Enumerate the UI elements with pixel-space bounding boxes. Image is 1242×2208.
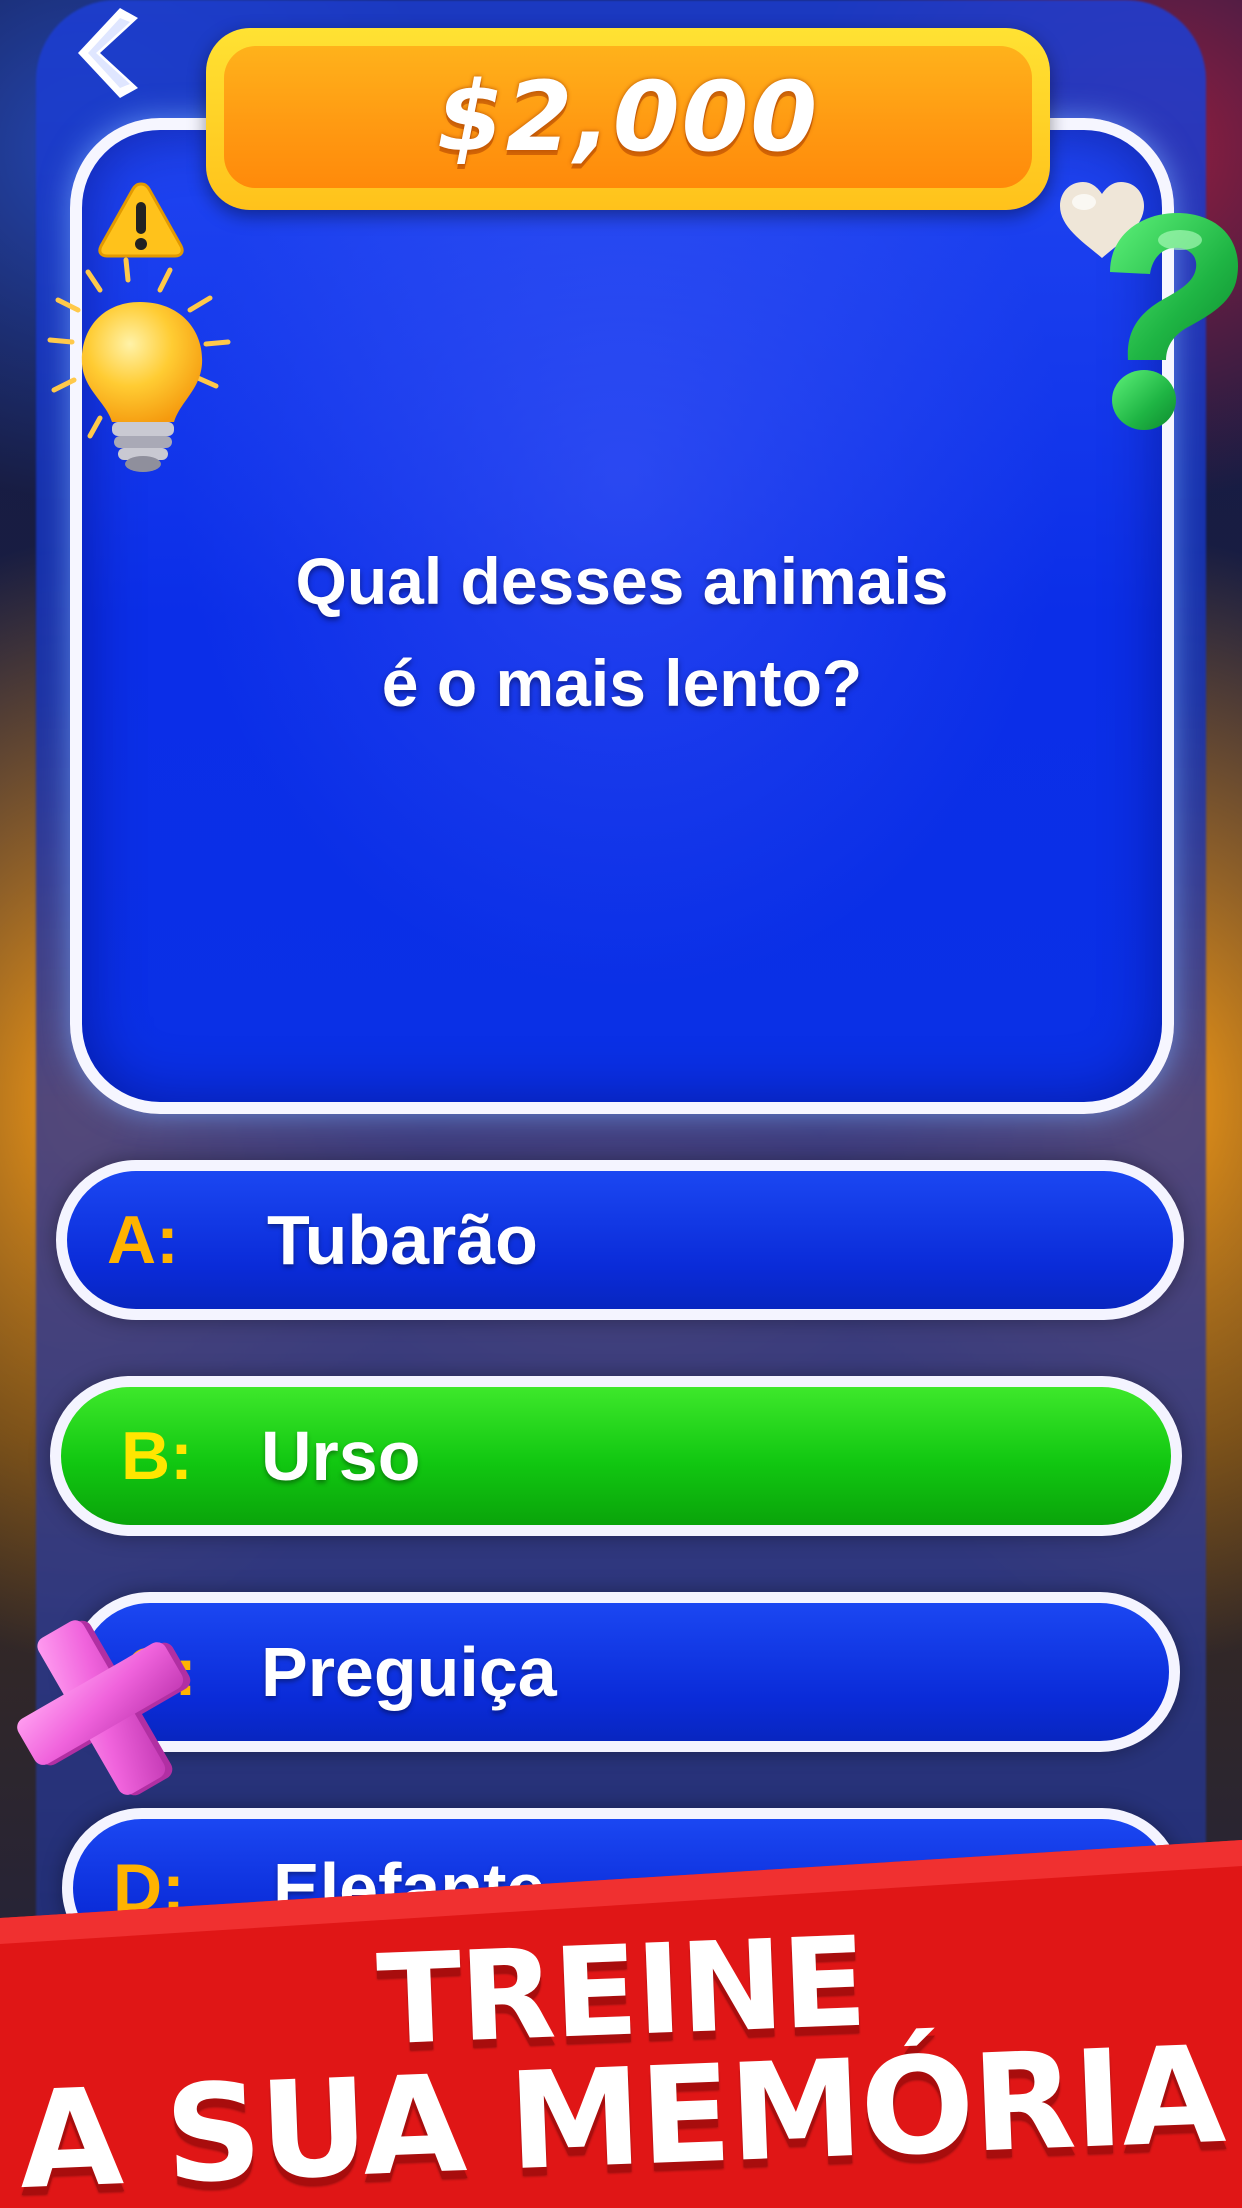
back-chevron-icon[interactable] <box>70 8 140 98</box>
promo-banner: TREINE A SUA MEMÓRIA <box>0 1840 1242 2208</box>
question-line-2: é o mais lento? <box>381 646 863 720</box>
question-line-1: Qual desses animais <box>295 544 949 618</box>
answer-option-a[interactable]: A: Tubarão <box>56 1160 1184 1320</box>
prize-banner: $2,000 <box>206 28 1050 210</box>
answer-letter: B: <box>121 1418 193 1494</box>
answer-text: Urso <box>261 1417 421 1495</box>
question-text: Qual desses animais é o mais lento? <box>82 530 1162 734</box>
lightbulb-icon[interactable] <box>40 250 240 480</box>
prize-banner-inner: $2,000 <box>224 46 1032 188</box>
cross-icon <box>17 1620 191 1796</box>
answer-letter: A: <box>107 1202 179 1278</box>
prize-amount: $2,000 <box>436 61 820 173</box>
answer-text: Preguiça <box>261 1633 557 1711</box>
answer-text: Tubarão <box>267 1201 538 1279</box>
answer-option-b[interactable]: B: Urso <box>50 1376 1182 1536</box>
answer-option-c[interactable]: C: Preguiça <box>70 1592 1180 1752</box>
question-mark-icon <box>1110 213 1239 430</box>
warning-icon <box>98 182 184 258</box>
